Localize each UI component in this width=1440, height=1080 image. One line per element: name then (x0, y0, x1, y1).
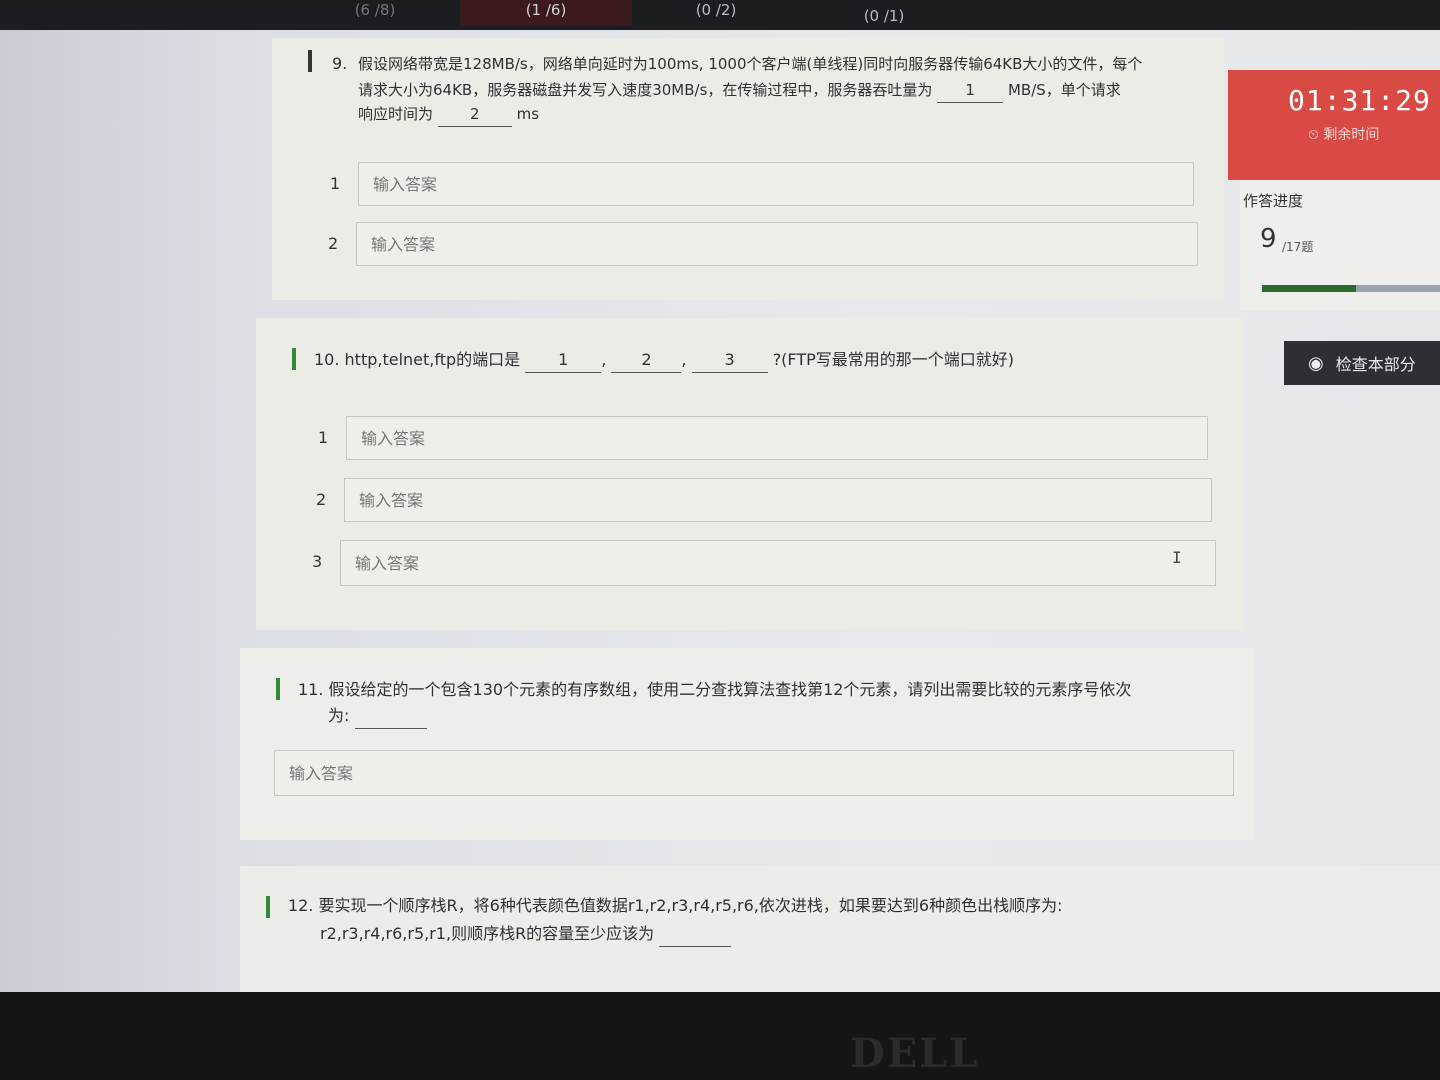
question-9-text-line1: 假设网络带宽是128MB/s，网络单向延时为100ms, 1000个客户端(单线… (358, 55, 1143, 73)
countdown-timer: 01:31:29 ⏲ 剩余时间 (1228, 70, 1440, 180)
question-11-answer[interactable] (274, 750, 1234, 796)
question-12-card: 12. 要实现一个顺序栈R，将6种代表颜色值数据r1,r2,r3,r4,r5,r… (240, 866, 1440, 992)
progress-bar (1262, 285, 1440, 292)
timer-value: 01:31:29 (1288, 84, 1431, 117)
question-10-text-part: ?(FTP写最常用的那一个端口就好) (772, 350, 1015, 369)
question-11-text-part: 为: (328, 706, 350, 725)
question-9-answer-2[interactable] (356, 222, 1198, 266)
answer-row-number: 3 (312, 552, 323, 571)
question-9-text-part: MB/S，单个请求 (1007, 81, 1121, 99)
question-12-text-line2: r2,r3,r4,r6,r5,r1,则顺序栈R的容量至少应该为 (320, 922, 732, 947)
answer-progress-panel: 作答进度 9 /17题 (1240, 180, 1440, 310)
check-section-label: 检查本部分 (1335, 355, 1416, 374)
question-10-blank-1: 1 (525, 348, 602, 373)
section-tabs-bar: (6 /8) (1 /6) (0 /2) (0 /1) (0, 0, 1440, 34)
laptop-bezel (0, 992, 1440, 1080)
dell-logo: DELL (850, 1030, 980, 1077)
question-10-card: 10. http,telnet,ftp的端口是 1, 2, 3 ?(FTP写最常… (256, 318, 1244, 630)
clock-icon: ⏲ (1308, 127, 1319, 143)
question-12-blank (659, 922, 732, 947)
question-9-number: 9. (332, 54, 348, 73)
question-marker (276, 678, 280, 700)
question-9-text-part: ms (516, 105, 540, 123)
answer-row-number: 2 (316, 490, 327, 509)
question-12-text-part: r2,r3,r4,r6,r5,r1,则顺序栈R的容量至少应该为 (320, 924, 655, 943)
question-9-card: 9. 假设网络带宽是128MB/s，网络单向延时为100ms, 1000个客户端… (272, 38, 1224, 300)
answer-row-number: 1 (318, 428, 329, 447)
question-9-blank-2: 2 (437, 102, 512, 127)
text-cursor-icon: I (1172, 548, 1182, 567)
question-marker (308, 50, 312, 72)
question-9-text-line3: 响应时间为 2 ms (358, 102, 539, 127)
question-11-text-line2: 为: (328, 704, 427, 729)
question-9-blank-1: 1 (937, 78, 1004, 103)
question-9-text-line2: 请求大小为64KB，服务器磁盘并发写入速度30MB/s，在传输过程中，服务器吞吐… (358, 78, 1121, 103)
progress-title: 作答进度 (1243, 192, 1304, 210)
question-10-blank-3: 3 (691, 348, 768, 373)
question-12-text-line1: 12. 要实现一个顺序栈R，将6种代表颜色值数据r1,r2,r3,r4,r5,r… (288, 896, 1063, 915)
question-10-blank-2: 2 (611, 348, 682, 373)
question-11-card: 11. 假设给定的一个包含130个元素的有序数组，使用二分查找算法查找第12个元… (240, 648, 1254, 840)
progress-total: /17题 (1282, 240, 1314, 254)
section-tab-1[interactable]: (6 /8) (340, 0, 410, 26)
section-tab-3[interactable]: (0 /2) (680, 0, 752, 26)
question-10-answer-1[interactable] (346, 416, 1208, 460)
question-marker (292, 348, 296, 370)
check-section-button[interactable]: ◉ 检查本部分 (1284, 341, 1440, 385)
eye-icon: ◉ (1308, 352, 1324, 374)
section-tab-2[interactable]: (1 /6) (460, 0, 632, 26)
question-10-answer-3[interactable] (340, 540, 1216, 586)
question-9-text-part: 请求大小为64KB，服务器磁盘并发写入速度30MB/s，在传输过程中，服务器吞吐… (358, 81, 933, 99)
question-10-text: 10. http,telnet,ftp的端口是 1, 2, 3 ?(FTP写最常… (314, 348, 1014, 373)
timer-label-text: 剩余时间 (1323, 127, 1380, 143)
progress-count: 9 (1260, 224, 1277, 254)
answer-row-number: 2 (328, 234, 339, 253)
question-11-text-line1: 11. 假设给定的一个包含130个元素的有序数组，使用二分查找算法查找第12个元… (298, 680, 1132, 699)
section-tab-4[interactable]: (0 /1) (848, 6, 920, 32)
question-9-answer-1[interactable] (358, 162, 1194, 206)
timer-label: ⏲ 剩余时间 (1308, 124, 1379, 144)
question-10-text-part: 10. http,telnet,ftp的端口是 (314, 350, 521, 369)
answer-row-number: 1 (330, 174, 341, 193)
exam-screen: 9. 假设网络带宽是128MB/s，网络单向延时为100ms, 1000个客户端… (0, 30, 1440, 992)
question-11-blank (354, 704, 427, 729)
question-10-answer-2[interactable] (344, 478, 1212, 522)
progress-bar-fill (1262, 285, 1357, 292)
question-marker (266, 896, 270, 918)
question-9-text-part: 响应时间为 (358, 105, 434, 123)
